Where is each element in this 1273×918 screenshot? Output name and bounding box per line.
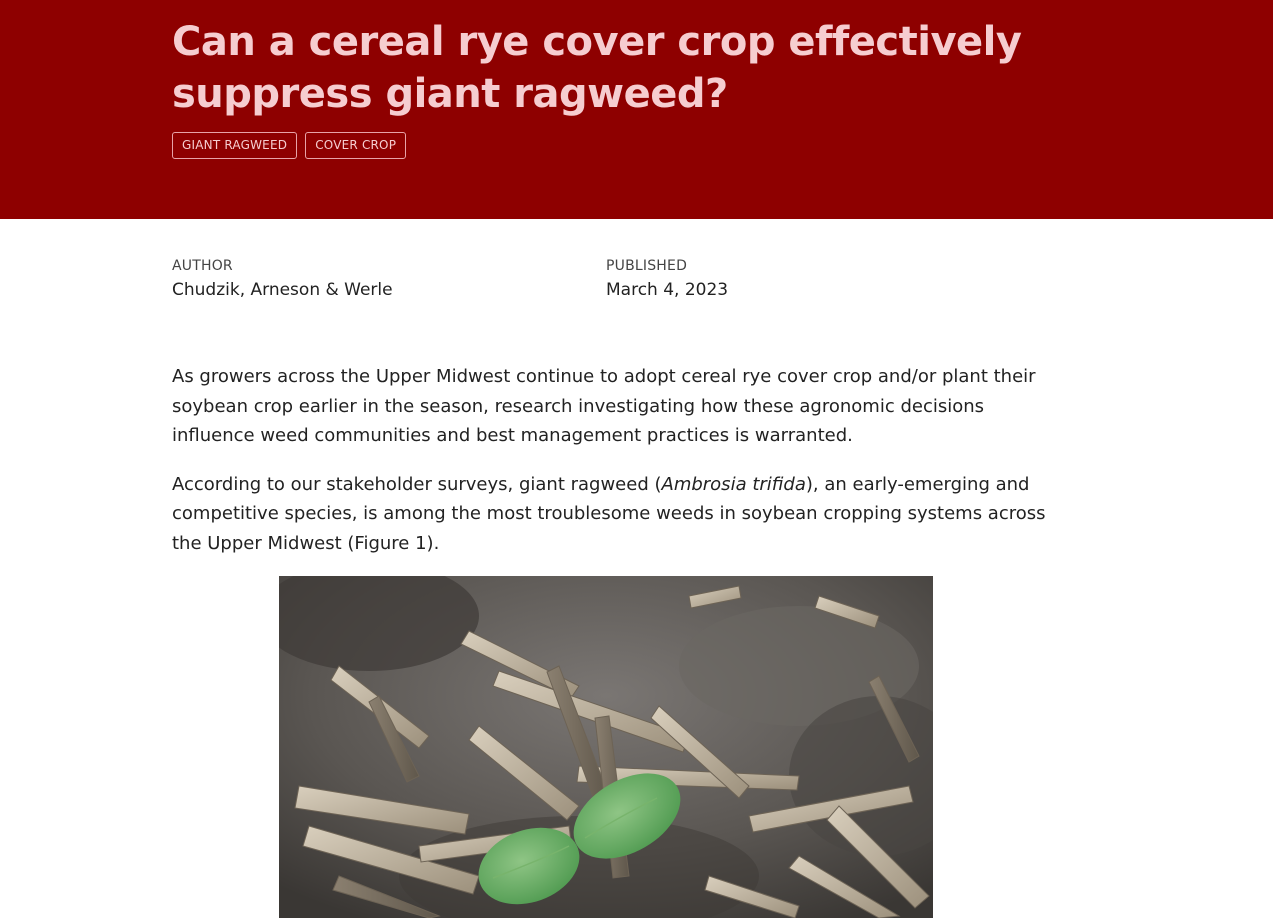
species-name: Ambrosia trifida [661,473,806,495]
published-label: PUBLISHED [606,258,688,274]
paragraph-2: According to our stakeholder surveys, gi… [172,470,1052,559]
seedling-photo-icon [279,576,933,918]
page-title: Can a cereal rye cover crop effectively … [172,19,1022,117]
tag-cover-crop[interactable]: COVER CROP [305,132,407,159]
paragraph-2-text-start: According to our stakeholder surveys, gi… [172,473,662,495]
author-block: AUTHOR Chudzik, Arneson & Werle [172,257,393,302]
tag-list: GIANT RAGWEED COVER CROP [172,132,407,159]
paragraph-1: As growers across the Upper Midwest cont… [172,366,1036,446]
author-value: Chudzik, Arneson & Werle [172,280,393,300]
tag-giant-ragweed[interactable]: GIANT RAGWEED [172,132,298,159]
article-header: Can a cereal rye cover crop effectively … [0,0,1273,219]
published-block: PUBLISHED March 4, 2023 [606,257,728,302]
article-body: As growers across the Upper Midwest cont… [172,362,1052,577]
figure-1-photo [279,576,933,918]
author-label: AUTHOR [172,258,233,274]
published-value: March 4, 2023 [606,280,729,300]
